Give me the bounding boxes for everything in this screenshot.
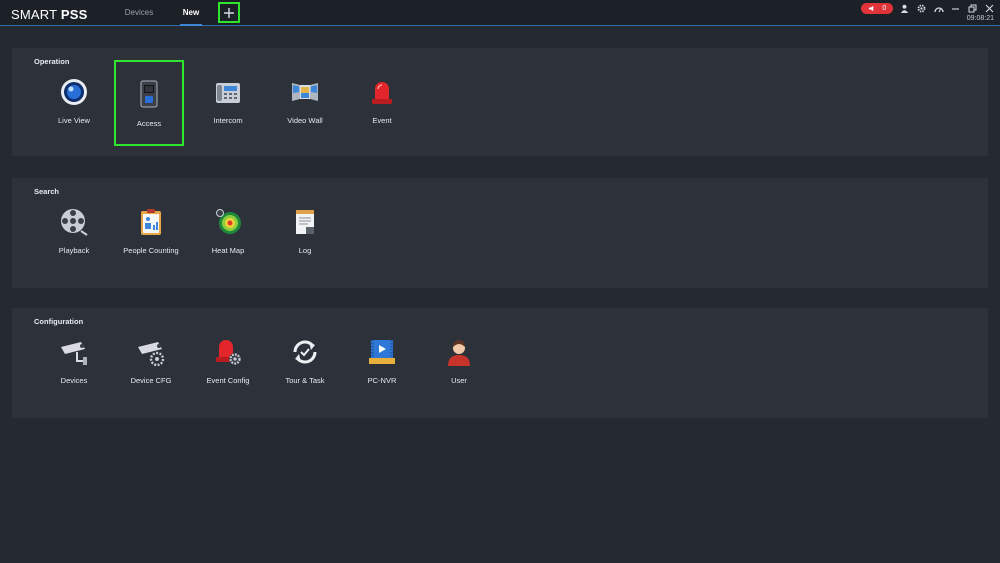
person-icon (900, 4, 909, 13)
device-cfg-icon (138, 342, 165, 367)
restore-button[interactable] (967, 3, 978, 14)
tile-label: Event (372, 116, 392, 125)
gauge-icon (933, 6, 944, 12)
tab-new-label: New (182, 8, 200, 17)
log-icon (296, 210, 314, 234)
tab-devices[interactable]: Devices (118, 0, 160, 26)
devices-icon (61, 342, 87, 365)
tile-event-config[interactable]: Event Config (193, 319, 263, 405)
minimize-button[interactable] (950, 3, 961, 14)
performance-button[interactable] (933, 3, 944, 14)
live-view-icon (61, 79, 87, 105)
heat-map-icon (216, 209, 241, 234)
speaker-icon (868, 5, 874, 11)
tile-playback[interactable]: Playback (39, 189, 109, 275)
tile-label: User (451, 376, 467, 385)
settings-button[interactable] (916, 3, 927, 14)
section-configuration: Configuration Devices Device CFG Event C… (12, 308, 988, 418)
alarm-count: 0 (882, 4, 887, 12)
plus-icon (224, 7, 234, 18)
close-icon (985, 4, 994, 12)
tile-device-cfg[interactable]: Device CFG (116, 319, 186, 405)
event-icon (372, 82, 392, 104)
event-config-icon (216, 340, 241, 365)
playback-icon (61, 209, 88, 236)
add-tab-button[interactable] (218, 2, 240, 23)
close-button[interactable] (984, 3, 995, 14)
tile-devices[interactable]: Devices (39, 319, 109, 405)
tile-event[interactable]: Event (347, 59, 417, 145)
section-operation: Operation Live View Access Intercom Vide… (12, 48, 988, 156)
pc-nvr-icon (369, 340, 395, 364)
tile-heat-map[interactable]: Heat Map (193, 189, 263, 275)
gear-icon (917, 4, 926, 12)
tile-pc-nvr[interactable]: PC-NVR (347, 319, 417, 405)
tile-log[interactable]: Log (270, 189, 340, 275)
system-tray: 0 (861, 2, 995, 14)
tile-video-wall[interactable]: Video Wall (270, 59, 340, 145)
restore-icon (968, 4, 977, 12)
tile-label: Access (136, 119, 162, 128)
tile-label: Log (298, 246, 312, 255)
user-account-button[interactable] (899, 3, 910, 14)
alarm-button[interactable]: 0 (861, 2, 893, 14)
tile-access[interactable]: Access (114, 60, 184, 146)
section-search: Search Playback People Counting Heat Map… (12, 178, 988, 288)
tab-new[interactable]: New (172, 0, 210, 26)
tile-people-counting[interactable]: People Counting (116, 189, 186, 275)
tour-task-icon (293, 340, 317, 364)
tile-intercom[interactable]: Intercom (193, 59, 263, 145)
tile-live-view[interactable]: Live View (39, 59, 109, 145)
video-wall-icon (292, 83, 318, 101)
intercom-icon (216, 83, 240, 103)
app-logo: SMART PSS (11, 7, 88, 22)
title-bar: SMART PSS Devices New 0 09:08:21 (0, 0, 1000, 26)
clock: 09:08:21 (966, 15, 994, 22)
minimize-icon (952, 7, 959, 10)
people-counting-icon (141, 209, 161, 235)
access-icon (140, 80, 158, 108)
tab-devices-label: Devices (124, 8, 154, 17)
tile-tour-task[interactable]: Tour & Task (270, 319, 340, 405)
active-tab-indicator (180, 24, 202, 26)
tile-user[interactable]: User (424, 319, 494, 405)
user-icon (448, 340, 470, 366)
